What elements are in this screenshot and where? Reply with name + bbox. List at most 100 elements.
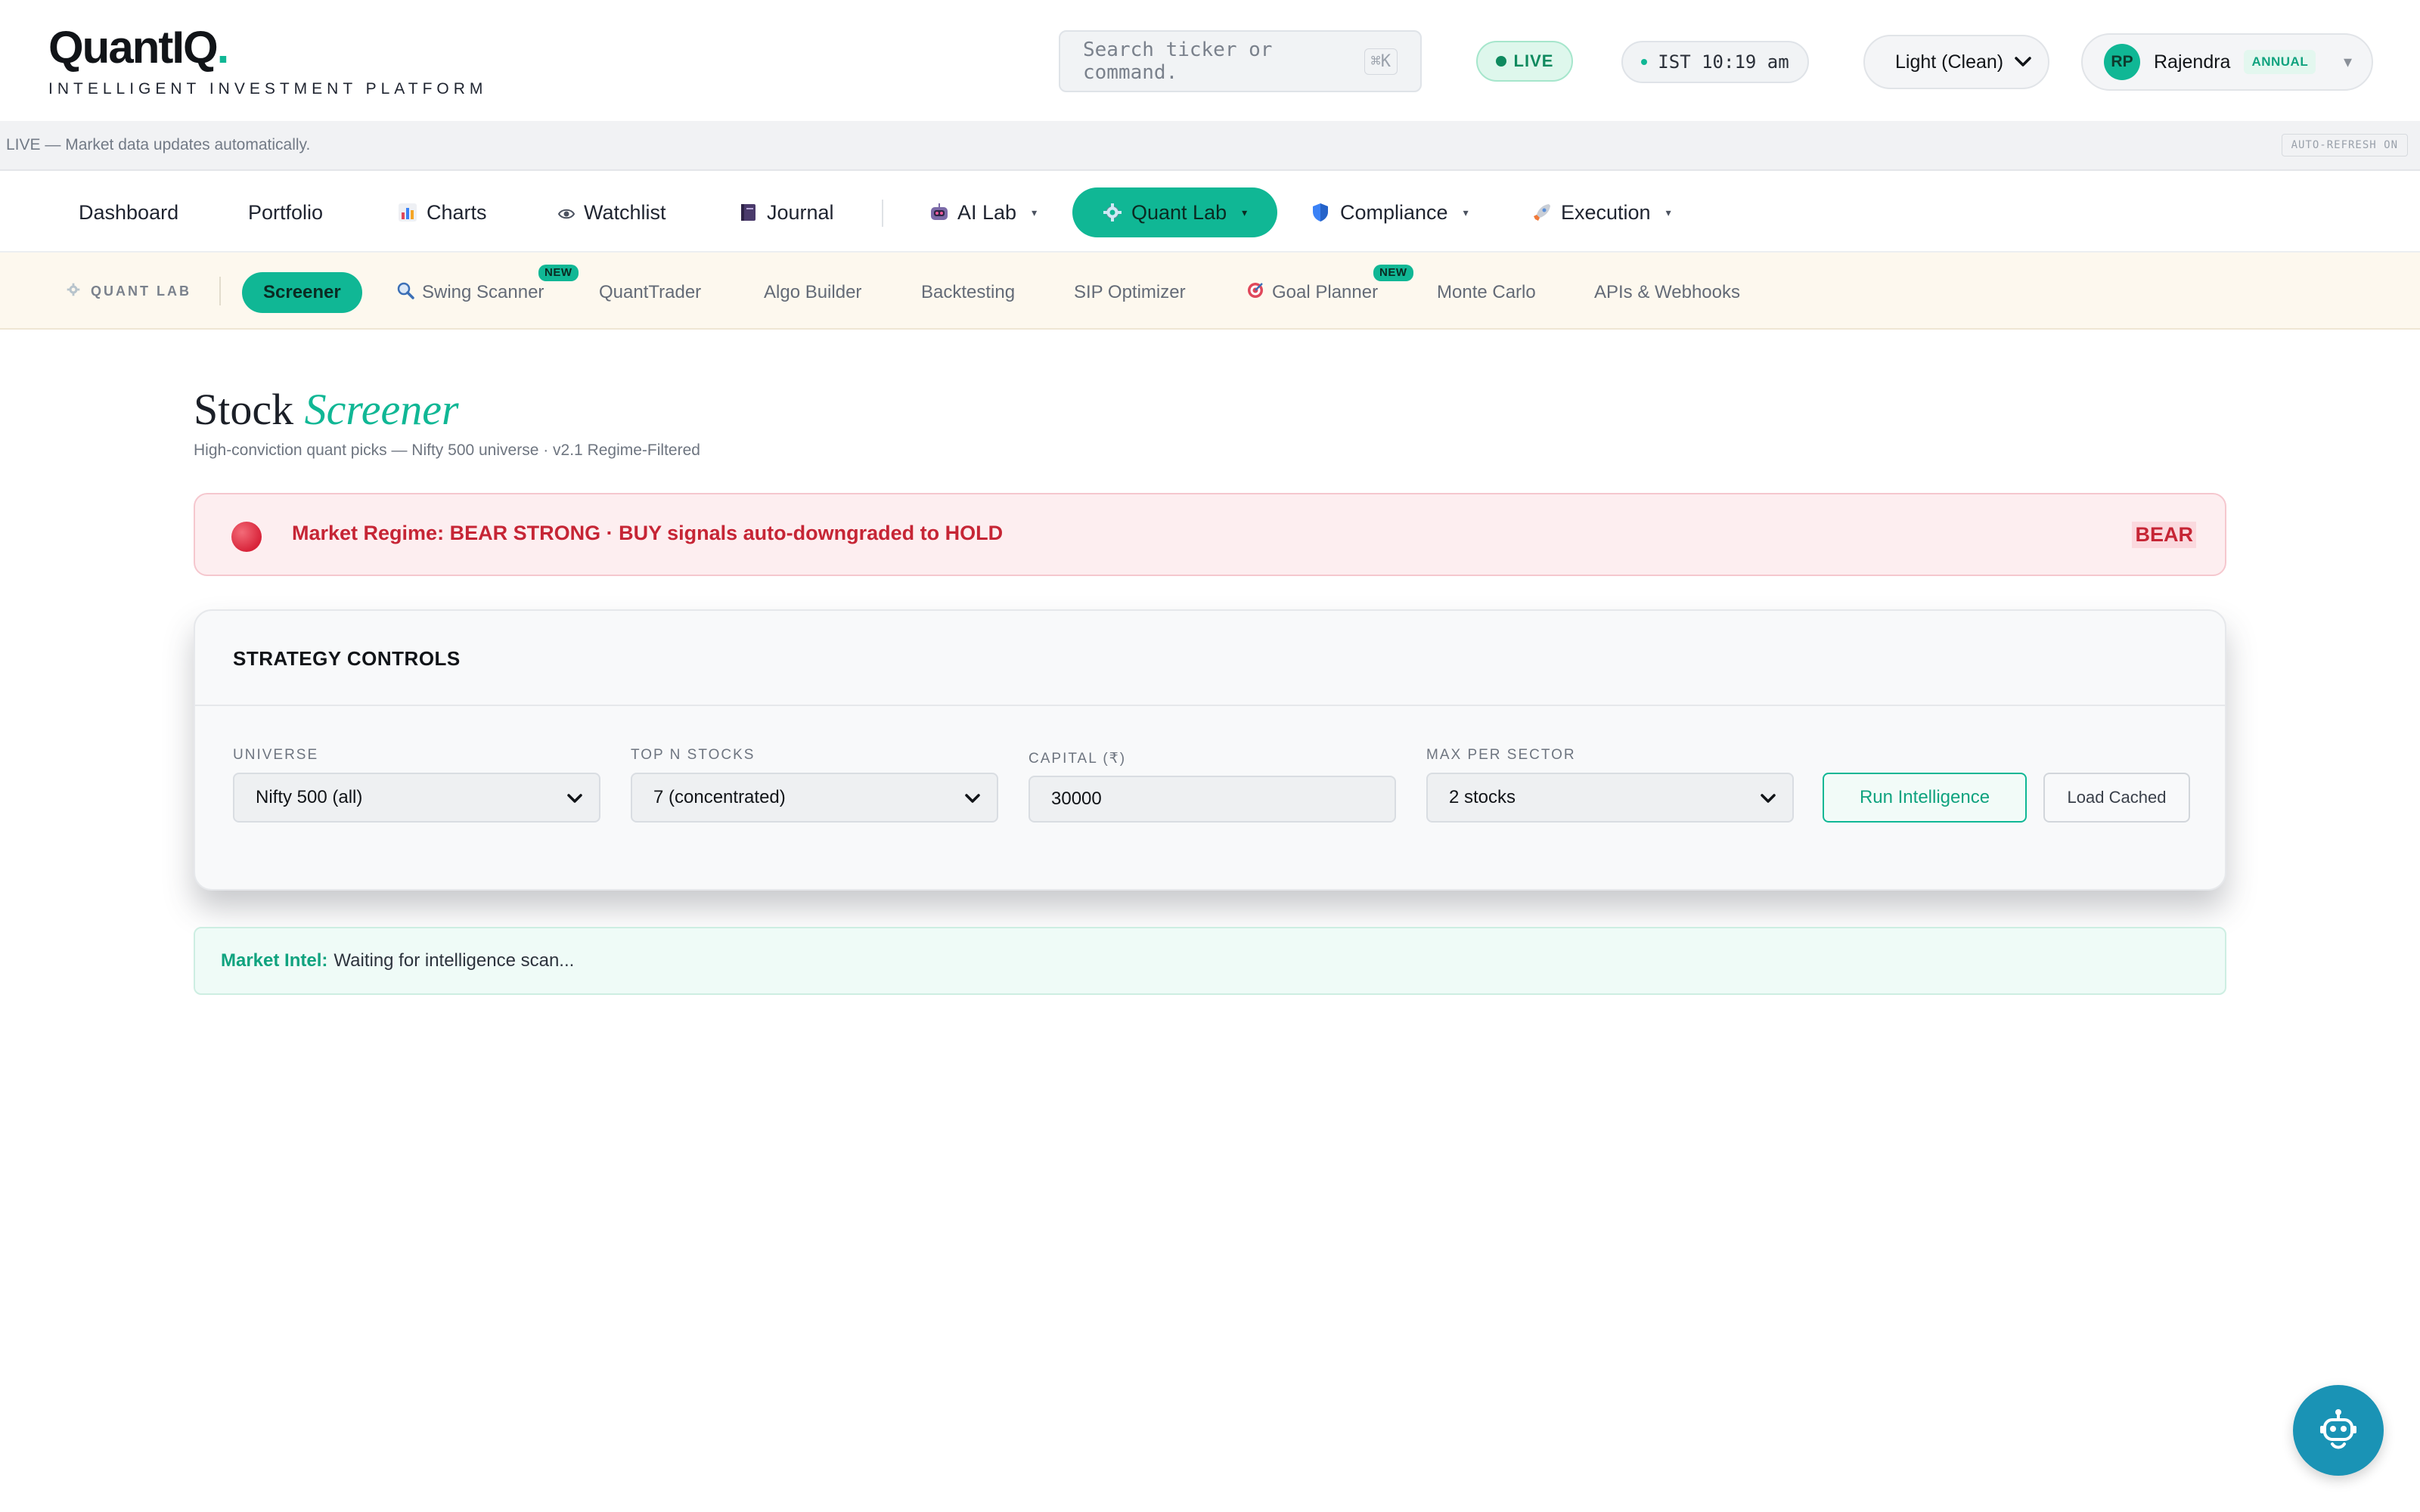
new-badge: NEW bbox=[1373, 265, 1413, 281]
nav-label: Compliance bbox=[1340, 200, 1448, 224]
capital-input[interactable]: 30000 bbox=[1028, 776, 1396, 823]
nav-quant-lab[interactable]: Quant Lab ▾ bbox=[1072, 187, 1278, 237]
nav-journal[interactable]: Journal bbox=[738, 187, 834, 237]
strategy-controls-header: STRATEGY CONTROLS bbox=[195, 611, 2225, 706]
plan-badge: ANNUAL bbox=[2244, 50, 2316, 74]
search-input[interactable]: Search ticker or command. ⌘K bbox=[1059, 30, 1422, 92]
nav-label: Quant Lab bbox=[1131, 200, 1227, 224]
theme-select[interactable]: Light (Clean) bbox=[1863, 35, 2049, 89]
nav-portfolio[interactable]: Portfolio bbox=[248, 187, 323, 237]
dropdown-caret-icon: ▾ bbox=[1032, 206, 1038, 218]
subnav-quanttrader[interactable]: QuantTrader bbox=[599, 272, 701, 313]
universe-select[interactable]: Nifty 500 (all) bbox=[233, 773, 600, 823]
sub-nav-section-text: QUANT LAB bbox=[91, 284, 191, 299]
strategy-controls-panel: STRATEGY CONTROLS UNIVERSE Nifty 500 (al… bbox=[194, 609, 2226, 891]
regime-message: Market Regime: BEAR STRONG · BUY signals… bbox=[292, 522, 1004, 544]
live-status-badge: LIVE bbox=[1476, 41, 1573, 82]
load-cached-button[interactable]: Load Cached bbox=[2043, 773, 2190, 823]
robot-assistant-icon bbox=[2314, 1405, 2363, 1457]
nav-watchlist[interactable]: Watchlist bbox=[557, 187, 666, 237]
sub-nav bbox=[0, 253, 2420, 330]
subnav-label: APIs & Webhooks bbox=[1594, 282, 1740, 302]
subnav-sip-optimizer[interactable]: SIP Optimizer bbox=[1074, 272, 1186, 313]
page-title-plain: Stock bbox=[194, 385, 294, 434]
new-badge: NEW bbox=[538, 265, 579, 281]
search-shortcut: ⌘K bbox=[1364, 48, 1398, 75]
chevron-down-icon bbox=[2015, 52, 2031, 72]
live-dot-icon bbox=[1495, 56, 1506, 67]
nav-charts[interactable]: Charts bbox=[398, 187, 487, 237]
subnav-screener[interactable]: Screener bbox=[242, 272, 362, 313]
strategy-controls-title: STRATEGY CONTROLS bbox=[233, 647, 461, 670]
subnav-backtesting[interactable]: Backtesting bbox=[921, 272, 1015, 313]
theme-select-value: Light (Clean) bbox=[1895, 51, 2004, 73]
app-tagline: INTELLIGENT INVESTMENT PLATFORM bbox=[48, 80, 488, 98]
clock-time: IST 10:19 am bbox=[1658, 51, 1789, 73]
subnav-label: Algo Builder bbox=[764, 282, 862, 302]
subnav-label: Screener bbox=[263, 282, 341, 302]
subnav-algo-builder[interactable]: Algo Builder bbox=[764, 272, 861, 313]
eye-icon bbox=[557, 204, 576, 221]
live-label: LIVE bbox=[1513, 51, 1554, 70]
top-n-label: TOP N STOCKS bbox=[631, 747, 755, 763]
page-subtitle: High-conviction quant picks — Nifty 500 … bbox=[194, 442, 700, 459]
subnav-goal-planner[interactable]: Goal Planner bbox=[1246, 272, 1378, 313]
subnav-apis-webhooks[interactable]: APIs & Webhooks bbox=[1594, 272, 1740, 313]
subnav-label: Swing Scanner bbox=[422, 282, 544, 302]
chevron-down-icon bbox=[567, 788, 582, 807]
nav-dashboard[interactable]: Dashboard bbox=[79, 187, 178, 237]
search-placeholder: Search ticker or command. bbox=[1083, 39, 1273, 84]
regime-tag: BEAR bbox=[2132, 522, 2196, 548]
user-menu[interactable]: RP Rajendra ANNUAL ▾ bbox=[2081, 33, 2373, 91]
nav-label: Portfolio bbox=[248, 200, 324, 224]
chevron-down-icon bbox=[1761, 788, 1776, 807]
subnav-label: Monte Carlo bbox=[1437, 282, 1536, 302]
auto-refresh-badge[interactable]: AUTO-REFRESH ON bbox=[2281, 134, 2408, 156]
sub-nav-divider bbox=[219, 277, 221, 305]
top-n-select-value: 7 (concentrated) bbox=[653, 787, 786, 807]
capital-label: CAPITAL (₹) bbox=[1028, 751, 1127, 767]
clock-dot-icon bbox=[1641, 59, 1648, 65]
live-banner-message: LIVE — Market data updates automatically… bbox=[6, 136, 311, 153]
max-sector-select[interactable]: 2 stocks bbox=[1426, 773, 1794, 823]
rocket-icon bbox=[1532, 203, 1552, 222]
dropdown-caret-icon: ▾ bbox=[1463, 206, 1469, 218]
subnav-swing-scanner[interactable]: Swing Scanner bbox=[396, 272, 544, 313]
assistant-bot-button[interactable] bbox=[2293, 1385, 2384, 1476]
universe-select-value: Nifty 500 (all) bbox=[256, 787, 363, 807]
robot-icon bbox=[929, 203, 948, 222]
nav-label: Journal bbox=[767, 200, 834, 224]
magnifier-icon bbox=[396, 281, 414, 305]
top-header: QuantIQ. INTELLIGENT INVESTMENT PLATFORM… bbox=[0, 0, 2420, 121]
avatar: RP bbox=[2104, 44, 2140, 80]
caret-down-icon: ▾ bbox=[2343, 52, 2352, 71]
page-title-accent: Screener bbox=[304, 385, 459, 434]
max-sector-select-value: 2 stocks bbox=[1449, 787, 1516, 807]
subnav-label: Backtesting bbox=[921, 282, 1016, 302]
subnav-monte-carlo[interactable]: Monte Carlo bbox=[1437, 272, 1536, 313]
shield-icon bbox=[1311, 203, 1331, 222]
gear-icon bbox=[67, 283, 80, 300]
live-banner: LIVE — Market data updates automatically… bbox=[0, 121, 2420, 171]
nav-label: Dashboard bbox=[79, 200, 179, 224]
nav-ai-lab[interactable]: AI Lab ▾ bbox=[929, 187, 1037, 237]
subnav-label: QuantTrader bbox=[599, 282, 702, 302]
notebook-icon bbox=[738, 203, 758, 222]
subnav-label: Goal Planner bbox=[1272, 282, 1379, 302]
red-circle-icon bbox=[231, 522, 262, 552]
run-intelligence-button[interactable]: Run Intelligence bbox=[1823, 773, 2027, 823]
market-clock: IST 10:19 am bbox=[1621, 41, 1809, 83]
app-logo[interactable]: QuantIQ. bbox=[48, 21, 229, 73]
nav-execution[interactable]: Execution ▾ bbox=[1532, 187, 1671, 237]
nav-label: AI Lab bbox=[957, 200, 1017, 224]
dropdown-caret-icon: ▾ bbox=[1242, 206, 1248, 218]
subnav-label: SIP Optimizer bbox=[1074, 282, 1186, 302]
top-n-select[interactable]: 7 (concentrated) bbox=[631, 773, 998, 823]
nav-compliance[interactable]: Compliance ▾ bbox=[1311, 187, 1469, 237]
nav-divider bbox=[882, 200, 883, 227]
page-title: Stock Screener bbox=[194, 384, 459, 435]
chevron-down-icon bbox=[965, 788, 980, 807]
market-intel-panel: Market Intel: Waiting for intelligence s… bbox=[194, 927, 2226, 995]
main-nav: Dashboard Portfolio Charts Watchlist Jou… bbox=[0, 171, 2420, 253]
market-intel-message: Waiting for intelligence scan... bbox=[334, 950, 575, 971]
